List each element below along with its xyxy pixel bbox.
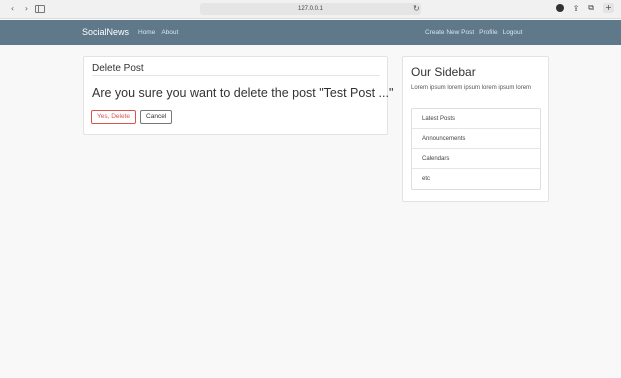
sidebar-item-announcements[interactable]: Announcements bbox=[412, 129, 540, 149]
share-icon[interactable]: ⇪ bbox=[573, 4, 580, 13]
sidebar-title: Our Sidebar bbox=[411, 65, 476, 79]
delete-confirmation-text: Are you sure you want to delete the post… bbox=[92, 86, 394, 100]
chevron-left-icon[interactable]: ‹ bbox=[7, 4, 18, 14]
sidebar-list: Latest Posts Announcements Calendars etc bbox=[411, 108, 541, 190]
reload-icon[interactable]: ↻ bbox=[413, 4, 420, 13]
form-actions: Yes, Delete Cancel bbox=[91, 110, 173, 124]
nav-create-post-link[interactable]: Create New Post bbox=[425, 29, 474, 36]
history-buttons: ‹ › bbox=[7, 4, 32, 14]
form-legend: Delete Post bbox=[92, 63, 144, 74]
extension-icon[interactable] bbox=[555, 4, 564, 12]
sidebar-item-latest-posts[interactable]: Latest Posts bbox=[412, 109, 540, 129]
site-navbar: SocialNews Home About Create New Post Pr… bbox=[0, 20, 621, 45]
browser-toolbar: ‹ › 127.0.0.1 ↻ ⇪ ⧉ + bbox=[0, 0, 621, 19]
delete-post-card: Delete Post Are you sure you want to del… bbox=[83, 56, 393, 135]
nav-about-link[interactable]: About bbox=[161, 29, 178, 36]
nav-home-link[interactable]: Home bbox=[138, 29, 155, 36]
sidebar-card: Our Sidebar Lorem ipsum lorem ipsum lore… bbox=[402, 56, 549, 202]
nav-right: Create New Post Profile Logout bbox=[425, 29, 522, 36]
nav-profile-link[interactable]: Profile bbox=[479, 29, 497, 36]
legend-divider bbox=[92, 75, 380, 76]
nav-logout-link[interactable]: Logout bbox=[503, 29, 523, 36]
browser-actions: ⇪ ⧉ + bbox=[555, 3, 614, 13]
sidebar-icon[interactable] bbox=[35, 5, 45, 13]
sidebar-item-calendars[interactable]: Calendars bbox=[412, 149, 540, 169]
brand-link[interactable]: SocialNews bbox=[82, 27, 129, 37]
sidebar-item-etc[interactable]: etc bbox=[412, 169, 540, 189]
confirm-delete-button[interactable]: Yes, Delete bbox=[91, 110, 137, 124]
nav-left: Home About bbox=[138, 29, 178, 36]
address-bar[interactable]: 127.0.0.1 bbox=[200, 3, 421, 15]
cancel-button[interactable]: Cancel bbox=[140, 110, 173, 124]
plus-icon[interactable]: + bbox=[603, 3, 614, 13]
tabs-icon[interactable]: ⧉ bbox=[588, 3, 594, 13]
chevron-right-icon[interactable]: › bbox=[21, 4, 32, 14]
sidebar-description: Lorem ipsum lorem ipsum lorem ipsum lore… bbox=[411, 85, 532, 91]
